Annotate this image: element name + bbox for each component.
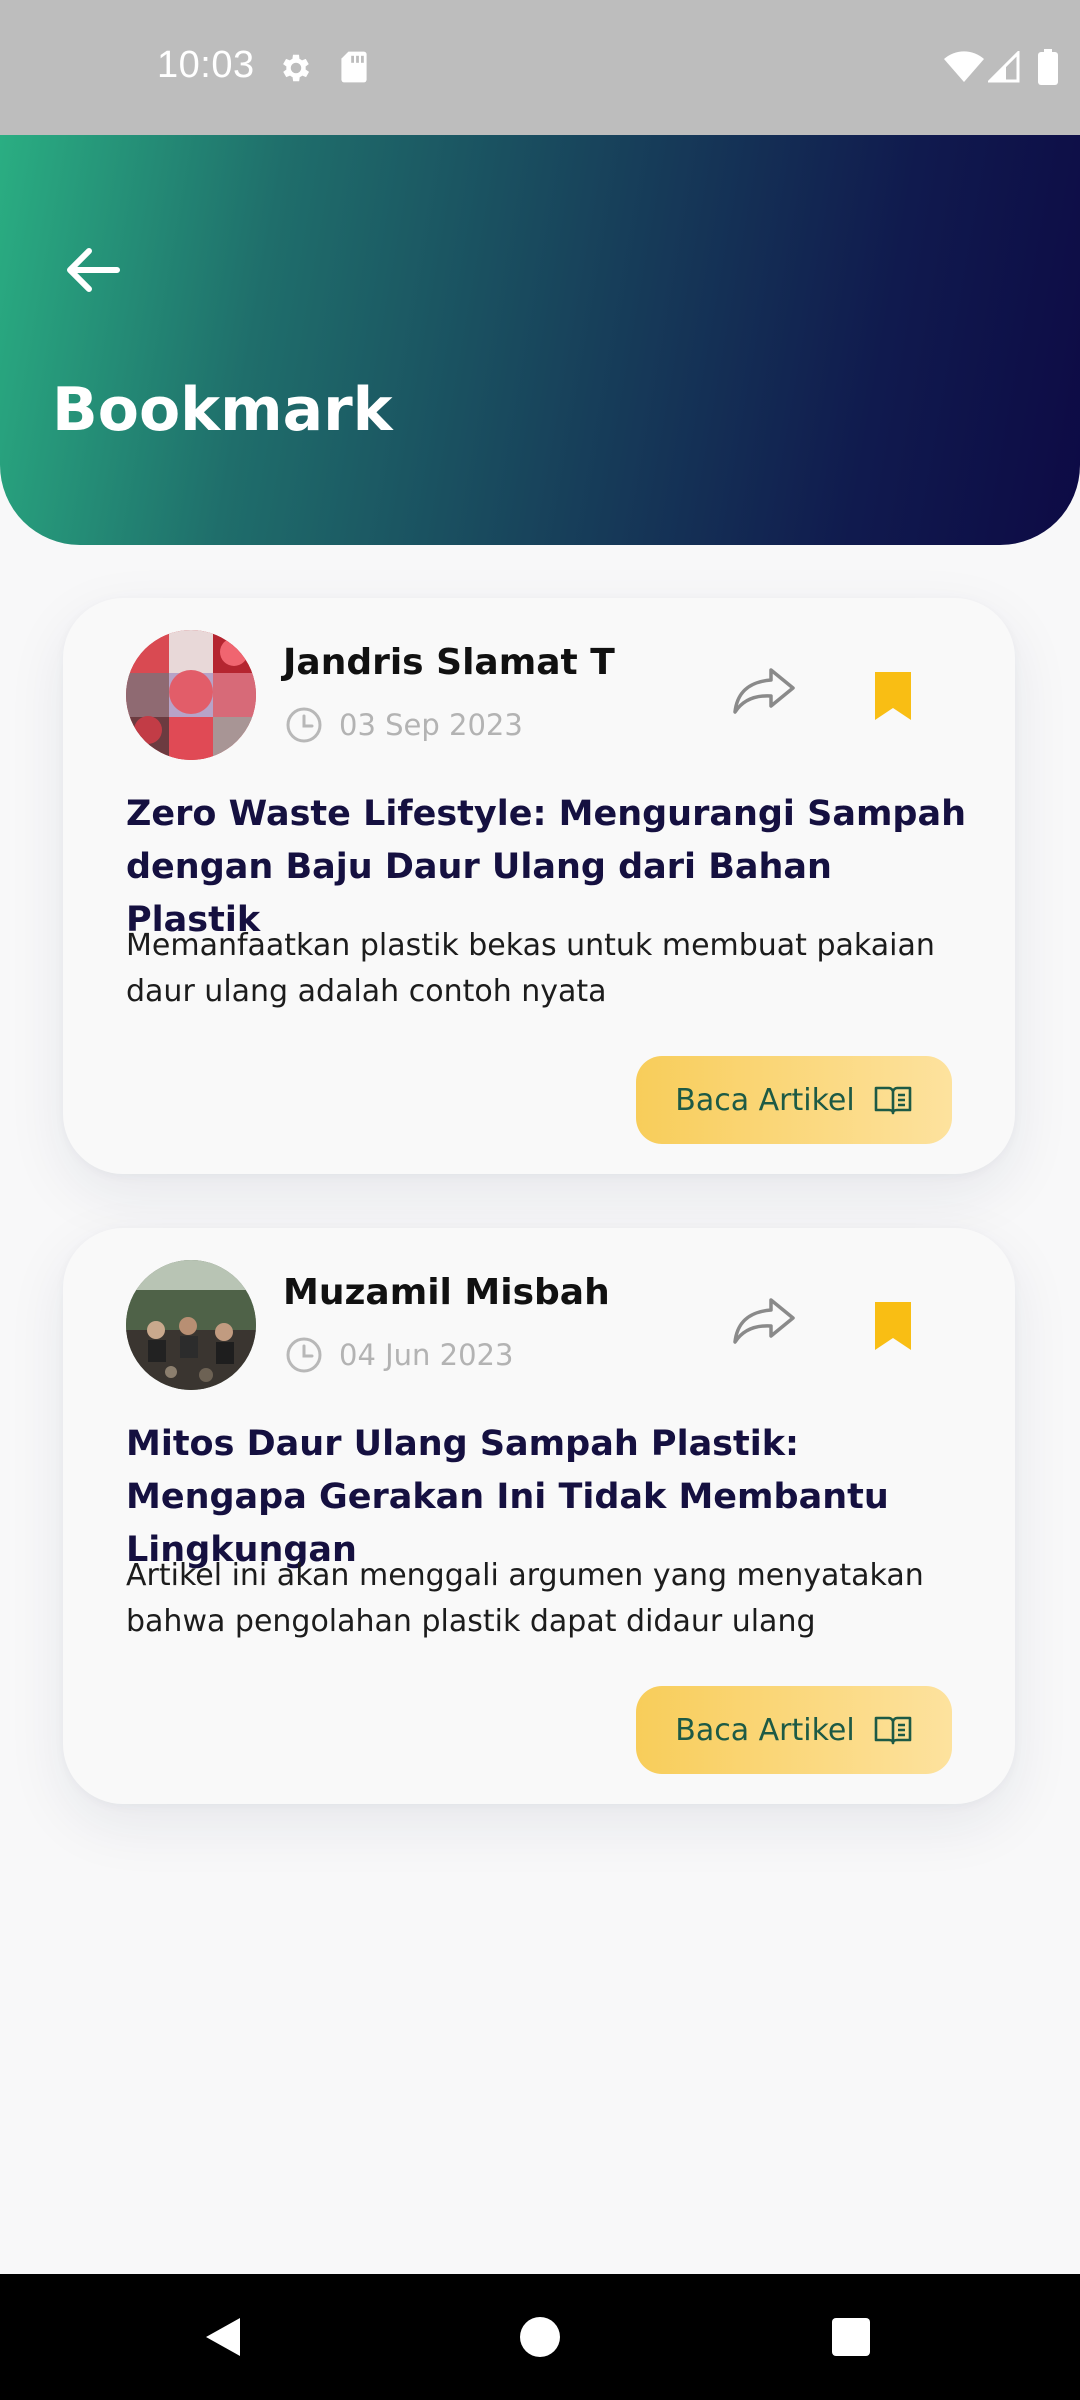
article-date: 04 Jun 2023 (339, 1338, 514, 1372)
nav-home-icon[interactable] (520, 2317, 560, 2357)
read-article-button[interactable]: Baca Artikel (636, 1686, 952, 1774)
article-description: Memanfaatkan plastik bekas untuk membuat… (126, 928, 935, 1009)
back-button[interactable] (58, 235, 128, 305)
arrow-left-icon (67, 248, 120, 292)
status-bar: 10:03 (0, 0, 1080, 135)
date-row: 03 Sep 2023 (285, 706, 523, 744)
date-row: 04 Jun 2023 (285, 1336, 513, 1374)
sd-card-icon (341, 51, 367, 83)
article-description: Artikel ini akan menggali argumen yang m… (126, 1558, 924, 1639)
share-icon[interactable] (731, 664, 797, 716)
share-icon[interactable] (731, 1294, 797, 1346)
bookmark-icon[interactable] (873, 1300, 913, 1352)
page-title: Bookmark (52, 375, 393, 445)
signal-icon (988, 51, 1020, 83)
article-date: 03 Sep 2023 (339, 708, 523, 742)
navigation-bar (0, 2274, 1080, 2400)
book-icon (874, 1086, 912, 1115)
book-icon (874, 1716, 912, 1745)
article-card: Jandris Slamat T 03 Sep 2023 Zero Waste … (63, 598, 1015, 1174)
author-name: Jandris Slamat T (283, 642, 615, 683)
battery-icon (1038, 49, 1058, 85)
clock-icon (286, 707, 322, 743)
read-article-label: Baca Artikel (675, 1082, 855, 1118)
clock-icon (286, 1337, 322, 1373)
wifi-icon (944, 51, 984, 82)
author-name: Muzamil Misbah (283, 1272, 610, 1313)
read-article-button[interactable]: Baca Artikel (636, 1056, 952, 1144)
header: Bookmark (0, 135, 1080, 545)
nav-back-icon[interactable] (200, 2314, 246, 2360)
settings-icon (283, 54, 310, 82)
bookmark-icon[interactable] (873, 670, 913, 722)
read-article-label: Baca Artikel (675, 1712, 855, 1748)
status-time: 10:03 (157, 44, 255, 86)
nav-recents-icon[interactable] (832, 2318, 870, 2356)
avatar (126, 630, 256, 760)
avatar (126, 1260, 256, 1390)
article-card: Muzamil Misbah 04 Jun 2023 Mitos Daur Ul… (63, 1228, 1015, 1804)
